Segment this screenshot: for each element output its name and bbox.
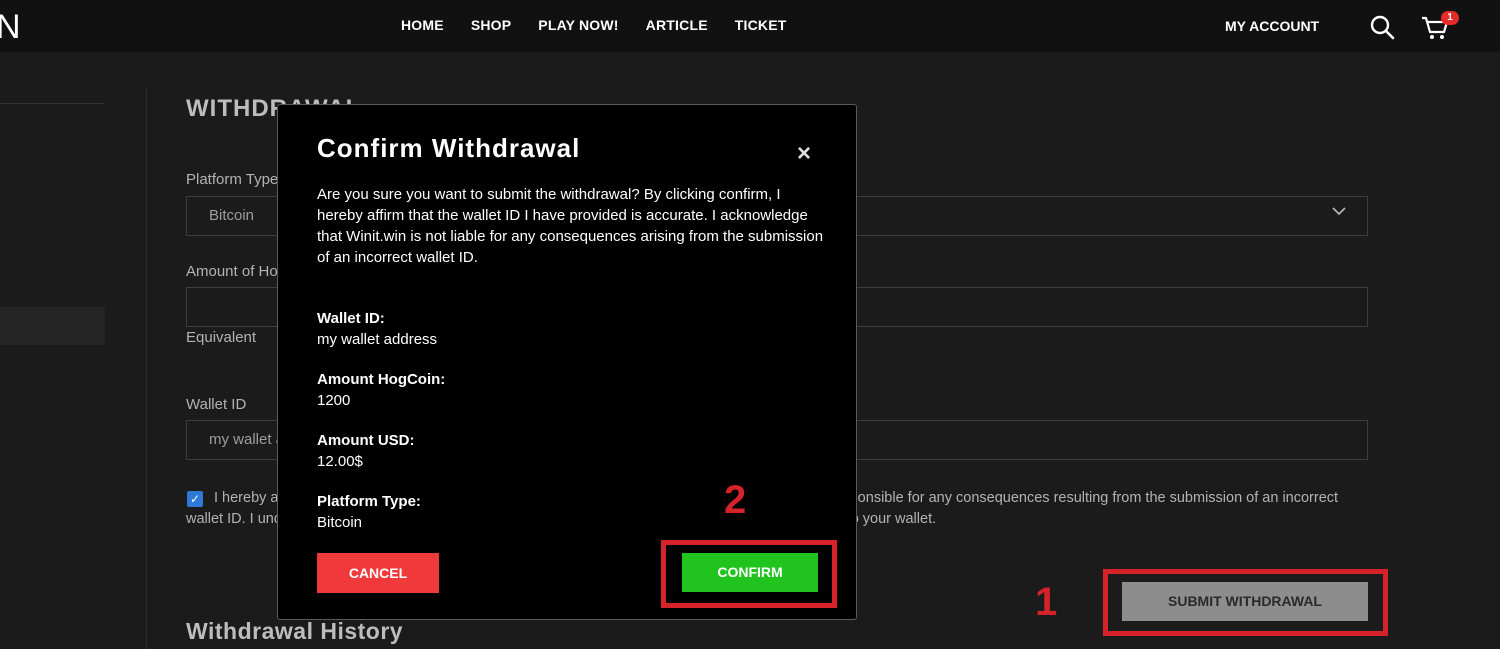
modal-usd-label: Amount USD: — [317, 432, 415, 449]
nav-article[interactable]: ARTICLE — [646, 17, 708, 33]
modal-title: Confirm Withdrawal — [317, 133, 581, 163]
equivalent-label: Equivalent — [186, 329, 257, 346]
modal-hogcoin-label: Amount HogCoin: — [317, 371, 446, 388]
modal-wallet-label: Wallet ID: — [317, 310, 385, 327]
nav-shop[interactable]: SHOP — [471, 17, 511, 33]
modal-platform-label: Platform Type: — [317, 493, 421, 510]
nav-home[interactable]: HOME — [401, 17, 444, 33]
sidebar-divider — [0, 103, 104, 104]
top-navigation: N HOME SHOP PLAY NOW! ARTICLE TICKET MY … — [0, 0, 1500, 52]
annotation-number-2: 2 — [724, 478, 747, 522]
chevron-down-icon — [1332, 207, 1346, 216]
annotation-box-2 — [661, 540, 837, 608]
modal-wallet-value: my wallet address — [317, 331, 438, 348]
page: N HOME SHOP PLAY NOW! ARTICLE TICKET MY … — [0, 0, 1500, 649]
cart-count-badge: 1 — [1441, 11, 1459, 25]
sidebar-item-active[interactable] — [0, 307, 105, 345]
annotation-number-1: 1 — [1035, 580, 1058, 624]
modal-hogcoin-value: 1200 — [317, 392, 351, 409]
site-logo[interactable]: N — [0, 8, 22, 47]
modal-usd-value: 12.00$ — [317, 453, 363, 470]
cancel-button[interactable]: CANCEL — [317, 553, 439, 593]
search-icon[interactable] — [1369, 14, 1395, 40]
main-nav: HOME SHOP PLAY NOW! ARTICLE TICKET — [401, 17, 787, 33]
wallet-id-label: Wallet ID — [186, 396, 247, 413]
annotation-box-1 — [1103, 569, 1388, 636]
modal-platform-value: Bitcoin — [317, 514, 363, 531]
withdrawal-history-title: Withdrawal History — [186, 618, 404, 644]
my-account-link[interactable]: MY ACCOUNT — [1225, 18, 1319, 34]
modal-message: Are you sure you want to submit the with… — [317, 186, 824, 266]
content-divider — [146, 86, 147, 649]
close-icon[interactable]: × — [793, 142, 815, 166]
nav-play-now[interactable]: PLAY NOW! — [538, 17, 618, 33]
nav-ticket[interactable]: TICKET — [735, 17, 787, 33]
platform-type-label: Platform Type — [186, 171, 279, 188]
